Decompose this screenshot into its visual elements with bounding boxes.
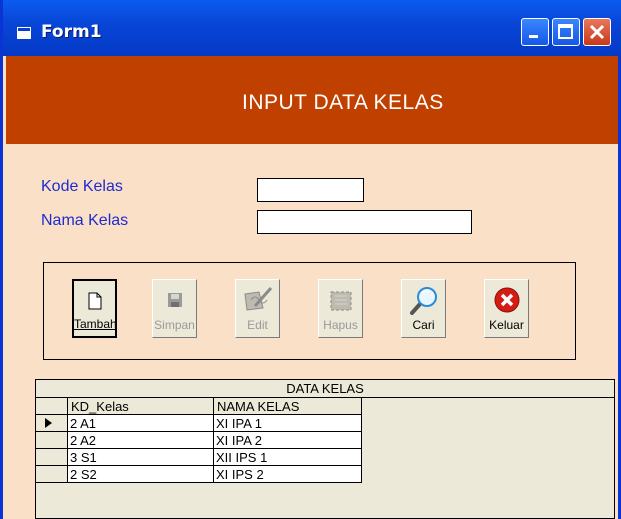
button-frame: Tambah Simpan Edit Hapus Cari Keluar xyxy=(43,262,576,360)
grid-cell[interactable]: 2 A1 xyxy=(68,415,214,432)
delete-icon xyxy=(330,291,351,311)
tambah-label: Tambah xyxy=(74,317,117,331)
keluar-label: Keluar xyxy=(489,318,524,332)
close-icon xyxy=(589,24,605,40)
row-selector[interactable] xyxy=(36,449,68,466)
header-title: INPUT DATA KELAS xyxy=(242,91,444,114)
grid-header-kd-kelas[interactable]: KD_Kelas xyxy=(68,398,214,415)
grid-cell[interactable]: XII IPS 1 xyxy=(214,449,362,466)
grid-header-nama-kelas[interactable]: NAMA KELAS xyxy=(214,398,362,415)
grid-caption: DATA KELAS xyxy=(36,380,614,398)
grid-cell[interactable]: 2 S2 xyxy=(68,466,214,483)
close-button[interactable] xyxy=(583,18,611,46)
simpan-label: Simpan xyxy=(154,318,195,332)
maximize-button[interactable] xyxy=(552,18,580,46)
edit-button[interactable]: Edit xyxy=(235,279,280,338)
kode-kelas-input[interactable] xyxy=(257,178,364,202)
hapus-label: Hapus xyxy=(323,318,358,332)
magnifier-icon xyxy=(409,287,437,315)
keluar-button[interactable]: Keluar xyxy=(484,279,529,338)
cari-button[interactable]: Cari xyxy=(401,279,446,338)
hapus-button[interactable]: Hapus xyxy=(318,279,363,338)
new-document-icon xyxy=(88,292,101,310)
simpan-button[interactable]: Simpan xyxy=(152,279,197,338)
row-selector-current[interactable] xyxy=(36,415,68,432)
row-selector[interactable] xyxy=(36,466,68,483)
form1-window: Form1 INPUT DATA KELAS Kode Kelas Nama K… xyxy=(0,0,621,519)
header-banner: INPUT DATA KELAS xyxy=(6,56,618,144)
tambah-button[interactable]: Tambah xyxy=(72,279,117,338)
edit-label: Edit xyxy=(247,318,268,332)
save-icon xyxy=(167,293,182,307)
nama-kelas-label: Nama Kelas xyxy=(41,212,129,229)
cari-label: Cari xyxy=(412,318,435,332)
title-bar[interactable]: Form1 xyxy=(3,0,621,56)
window-title: Form1 xyxy=(41,22,102,42)
edit-icon xyxy=(243,287,272,311)
current-row-arrow-icon xyxy=(45,418,52,428)
grid-cell[interactable]: XI IPA 2 xyxy=(214,432,362,449)
kode-kelas-label: Kode Kelas xyxy=(41,178,123,195)
row-selector[interactable] xyxy=(36,432,68,449)
grid-cell[interactable]: 3 S1 xyxy=(68,449,214,466)
exit-icon xyxy=(494,287,519,313)
minimize-icon xyxy=(529,35,538,38)
data-kelas-grid[interactable]: DATA KELAS KD_Kelas NAMA KELAS 2 A1 XI I… xyxy=(35,379,615,519)
minimize-button[interactable] xyxy=(521,18,549,46)
grid-cell[interactable]: XI IPA 1 xyxy=(214,415,362,432)
form-icon xyxy=(17,27,31,39)
grid-cell[interactable]: XI IPS 2 xyxy=(214,466,362,483)
grid-cell[interactable]: 2 A2 xyxy=(68,432,214,449)
grid-corner-cell xyxy=(36,398,68,415)
maximize-icon xyxy=(558,24,573,39)
nama-kelas-input[interactable] xyxy=(257,210,472,234)
